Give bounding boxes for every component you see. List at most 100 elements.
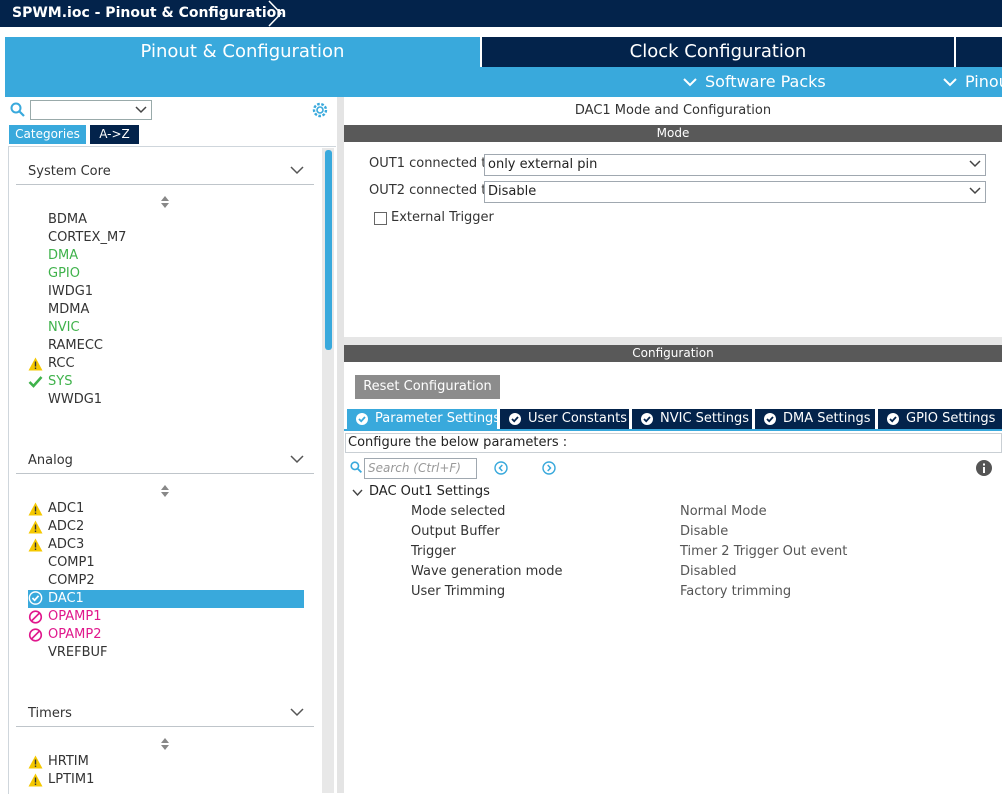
disabled-icon [28, 610, 43, 624]
list-scrollbar-thumb[interactable] [325, 150, 332, 350]
list-item-opamp1[interactable]: OPAMP1 [48, 608, 101, 626]
list-item-nvic[interactable]: NVIC [48, 319, 80, 337]
tab-gpio-settings[interactable]: GPIO Settings [878, 409, 1002, 429]
list-item-mdma[interactable]: MDMA [48, 301, 89, 319]
out2-select[interactable]: Disable [484, 181, 986, 203]
list-item-adc2[interactable]: ADC2 [48, 518, 84, 536]
param-name: User Trimming [411, 584, 506, 599]
category-timers[interactable]: Timers [16, 702, 314, 727]
check-circle-icon [28, 591, 43, 605]
list-item-adc3[interactable]: ADC3 [48, 536, 84, 554]
window-title: SPWM.ioc - Pinout & Configuration [12, 5, 287, 21]
sort-icon[interactable] [160, 738, 170, 750]
search-icon[interactable] [10, 102, 26, 118]
list-item-wwdg1[interactable]: WWDG1 [48, 391, 102, 409]
list-item-opamp2[interactable]: OPAMP2 [48, 626, 101, 644]
config-hint-text: Configure the below parameters : [348, 435, 568, 450]
category-analog[interactable]: Analog [16, 449, 314, 474]
sort-icon[interactable] [160, 196, 170, 208]
warning-icon [28, 755, 43, 769]
check-circle-icon [641, 413, 653, 425]
list-item-vrefbuf[interactable]: VREFBUF [48, 644, 108, 662]
pinout-label: Pinout [965, 72, 1002, 91]
out1-select[interactable]: only external pin [484, 154, 986, 176]
check-circle-icon [764, 413, 776, 425]
list-item-rcc[interactable]: RCC [48, 355, 75, 373]
tab-label: GPIO Settings [906, 411, 996, 426]
param-name: Trigger [411, 544, 456, 559]
list-item-iwdg1[interactable]: IWDG1 [48, 283, 93, 301]
config-hint: Configure the below parameters : [345, 433, 1002, 453]
param-name: Output Buffer [411, 524, 500, 539]
disabled-icon [28, 628, 43, 642]
tab-dma-settings[interactable]: DMA Settings [755, 409, 875, 429]
tab-label: DMA Settings [783, 411, 871, 426]
warning-icon [28, 773, 43, 787]
sort-icon[interactable] [160, 485, 170, 497]
tab-user-constants[interactable]: User Constants [500, 409, 629, 429]
check-circle-icon [509, 413, 521, 425]
checkmark-icon [28, 376, 43, 388]
breadcrumb-chevron-icon [268, 0, 283, 27]
tab-underline [344, 429, 1002, 431]
out2-value: Disable [488, 184, 537, 199]
list-item-comp2[interactable]: COMP2 [48, 572, 95, 590]
tab-a-to-z[interactable]: A->Z [90, 125, 139, 144]
panel-splitter[interactable] [337, 97, 344, 793]
out1-value: only external pin [488, 157, 598, 172]
param-value[interactable]: Timer 2 Trigger Out event [680, 543, 847, 561]
param-value[interactable]: Normal Mode [680, 503, 767, 521]
title-bar: SPWM.ioc - Pinout & Configuration [0, 0, 1002, 27]
list-item-dma[interactable]: DMA [48, 247, 78, 265]
list-item-ramecc[interactable]: RAMECC [48, 337, 103, 355]
previous-icon[interactable] [494, 461, 508, 475]
list-item-lptim1[interactable]: LPTIM1 [48, 771, 94, 789]
tab-pinout-configuration[interactable]: Pinout & Configuration [5, 37, 480, 67]
tab-label: Parameter Settings [375, 411, 501, 426]
gear-icon[interactable] [311, 101, 329, 119]
configuration-section-header: Configuration [344, 345, 1002, 362]
reset-configuration-button[interactable]: Reset Configuration [355, 375, 500, 399]
param-group-dac-out1[interactable]: DAC Out1 Settings [369, 483, 490, 501]
category-label: Analog [28, 453, 73, 468]
list-item-hrtim[interactable]: HRTIM [48, 753, 89, 771]
tab-clock-configuration[interactable]: Clock Configuration [482, 37, 954, 67]
list-item-bdma[interactable]: BDMA [48, 211, 87, 229]
tab-categories[interactable]: Categories [9, 125, 86, 144]
chevron-down-icon[interactable] [352, 489, 363, 497]
warning-icon [28, 357, 43, 371]
warning-icon [28, 538, 43, 552]
external-trigger-checkbox[interactable] [374, 212, 387, 225]
warning-icon [28, 520, 43, 534]
chevron-down-icon [290, 455, 304, 464]
tab-more[interactable] [956, 37, 1002, 67]
warning-icon [28, 502, 43, 516]
param-name: Mode selected [411, 504, 506, 519]
info-icon[interactable] [976, 460, 992, 476]
param-value[interactable]: Disable [680, 523, 728, 541]
param-value[interactable]: Disabled [680, 563, 736, 581]
panel-title: DAC1 Mode and Configuration [574, 103, 772, 118]
list-item-comp1[interactable]: COMP1 [48, 554, 95, 572]
list-item-gpio[interactable]: GPIO [48, 265, 80, 283]
list-item-sys[interactable]: SYS [48, 373, 72, 391]
parameter-search-input[interactable]: Search (Ctrl+F) [364, 458, 477, 479]
category-system-core[interactable]: System Core [16, 160, 314, 185]
chevron-down-icon [290, 708, 304, 717]
tab-nvic-settings[interactable]: NVIC Settings [632, 409, 752, 429]
sub-toolbar: Software Packs Pinout [5, 67, 1002, 97]
chevron-down-icon [290, 166, 304, 175]
list-item-adc1[interactable]: ADC1 [48, 500, 84, 518]
category-label: System Core [28, 164, 111, 179]
next-icon[interactable] [542, 461, 556, 475]
tab-label: NVIC Settings [660, 411, 749, 426]
param-value[interactable]: Factory trimming [680, 583, 791, 601]
tab-parameter-settings[interactable]: Parameter Settings [347, 409, 501, 429]
component-search-combo[interactable] [30, 100, 152, 120]
tab-label: User Constants [528, 411, 627, 426]
list-item-cortex-m7[interactable]: CORTEX_M7 [48, 229, 126, 247]
list-item-dac1[interactable]: DAC1 [48, 590, 84, 608]
chevron-down-icon [969, 187, 981, 195]
chevron-down-icon [943, 78, 957, 87]
check-circle-icon [887, 413, 899, 425]
